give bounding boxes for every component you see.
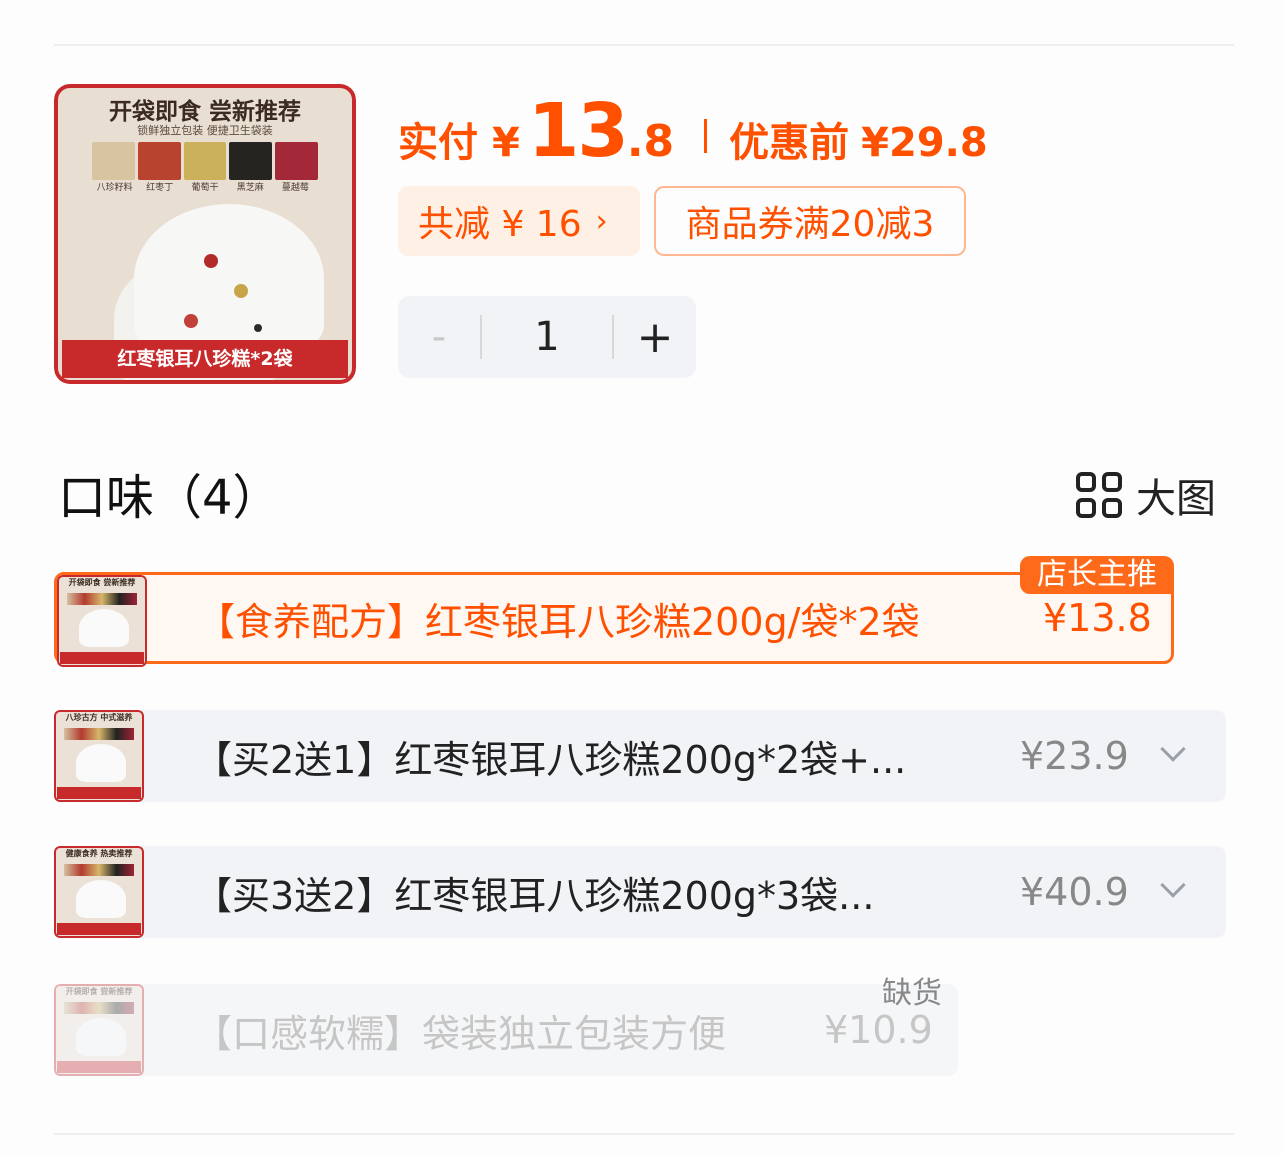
option-price: ¥23.9 <box>1020 734 1129 778</box>
ingredient-swatch <box>137 142 181 180</box>
ingredient-label: 蔓越莓 <box>281 183 309 193</box>
discount-summary-label: 共减 ¥ 16 <box>418 204 582 245</box>
thumb-ingredient-labels: 八珍籽料 红枣丁 葡萄干 黑芝麻 蔓越莓 <box>92 180 318 193</box>
thumb-headline: 开袋即食 尝新推荐 <box>108 99 301 125</box>
decrease-button[interactable]: - <box>398 314 480 360</box>
discount-summary-chip[interactable]: 共减 ¥ 16 › <box>398 186 640 256</box>
flavor-option[interactable]: 健康食养 热卖推荐 【买3送2】红枣银耳八珍糕200g*3袋... ¥40.9 <box>54 846 1226 938</box>
option-thumb-frame <box>54 846 144 938</box>
flavor-section-title: 口味（4） <box>58 470 281 526</box>
grid-icon <box>1076 472 1122 518</box>
quantity-value[interactable]: 1 <box>482 314 612 360</box>
option-name: 【买2送1】红枣银耳八珍糕200g*2袋+... <box>194 737 907 782</box>
option-price: ¥10.9 <box>824 1008 933 1052</box>
coupon-chip[interactable]: 商品券满20减3 <box>654 186 966 256</box>
option-name: 【食养配方】红枣银耳八珍糕200g/袋*2袋 <box>197 599 920 644</box>
quantity-stepper: - 1 + <box>398 296 696 378</box>
ingredient-label: 红枣丁 <box>146 183 174 193</box>
option-thumbnail: 八珍古方 中式滋养 <box>54 710 144 802</box>
top-divider <box>54 44 1234 46</box>
bottom-divider <box>54 1133 1234 1135</box>
original-price: ¥29.8 <box>861 120 988 166</box>
price-separator <box>704 119 708 153</box>
flavor-option[interactable]: 八珍古方 中式滋养 【买2送1】红枣银耳八珍糕200g*2袋+... ¥23.9 <box>54 710 1226 802</box>
big-view-label: 大图 <box>1136 476 1216 522</box>
option-name: 【口感软糯】袋装独立包装方便 <box>194 1011 727 1056</box>
chevron-right-icon: › <box>595 203 608 239</box>
price-integer: 13 <box>527 88 629 174</box>
option-price: ¥40.9 <box>1020 870 1129 914</box>
thumb-banner: 红枣银耳八珍糕*2袋 <box>62 340 348 378</box>
currency-symbol: ¥ <box>492 120 520 166</box>
option-name: 【买3送2】红枣银耳八珍糕200g*3袋... <box>194 873 875 918</box>
ingredient-swatch <box>183 142 227 180</box>
thumb-subline: 锁鲜独立包装 便捷卫生袋装 <box>137 124 273 137</box>
flavor-option-out-of-stock: 开袋即食 尝新推荐 【口感软糯】袋装独立包装方便 ¥10.9 <box>54 984 958 1076</box>
pay-label: 实付 <box>398 120 478 166</box>
ingredient-label: 葡萄干 <box>191 183 219 193</box>
ingredient-label: 黑芝麻 <box>236 183 264 193</box>
raisin-dot <box>234 284 248 298</box>
ingredient-swatch <box>92 142 135 180</box>
original-price-label: 优惠前 <box>729 120 850 166</box>
option-thumbnail: 健康食养 热卖推荐 <box>54 846 144 938</box>
option-thumbnail: 开袋即食 尝新推荐 <box>54 984 144 1076</box>
thumb-ingredient-swatches <box>92 142 318 180</box>
ingredient-label: 八珍籽料 <box>96 183 133 193</box>
flavor-option[interactable]: 开袋即食 尝新推荐 【食养配方】红枣银耳八珍糕200g/袋*2袋 ¥13.8 <box>54 572 1174 667</box>
option-thumb-frame <box>54 984 144 1076</box>
option-thumb-frame <box>54 710 144 802</box>
sesame-dot <box>254 324 262 332</box>
option-price: ¥13.8 <box>1043 596 1152 640</box>
out-of-stock-badge: 缺货 <box>882 976 942 1011</box>
jujube-dot <box>184 314 198 328</box>
recommended-badge: 店长主推 <box>1020 556 1174 594</box>
increase-button[interactable]: + <box>614 312 696 363</box>
cake-illustration <box>134 204 324 354</box>
option-thumbnail: 开袋即食 尝新推荐 <box>57 575 147 667</box>
option-thumb-frame <box>57 575 147 667</box>
product-thumbnail[interactable]: 开袋即食 尝新推荐 锁鲜独立包装 便捷卫生袋装 八珍籽料 红枣丁 葡萄干 黑芝麻… <box>54 84 356 384</box>
ingredient-swatch <box>229 142 273 180</box>
price-decimal: .8 <box>626 116 675 167</box>
ingredient-swatch <box>275 142 318 180</box>
big-view-toggle[interactable]: 大图 <box>1076 466 1216 524</box>
chevron-down-icon[interactable] <box>1160 736 1186 762</box>
chevron-down-icon[interactable] <box>1160 872 1186 898</box>
jujube-dot <box>204 254 218 268</box>
price-line: 实付 ¥ 13 .8 优惠前 ¥29.8 <box>398 88 988 174</box>
